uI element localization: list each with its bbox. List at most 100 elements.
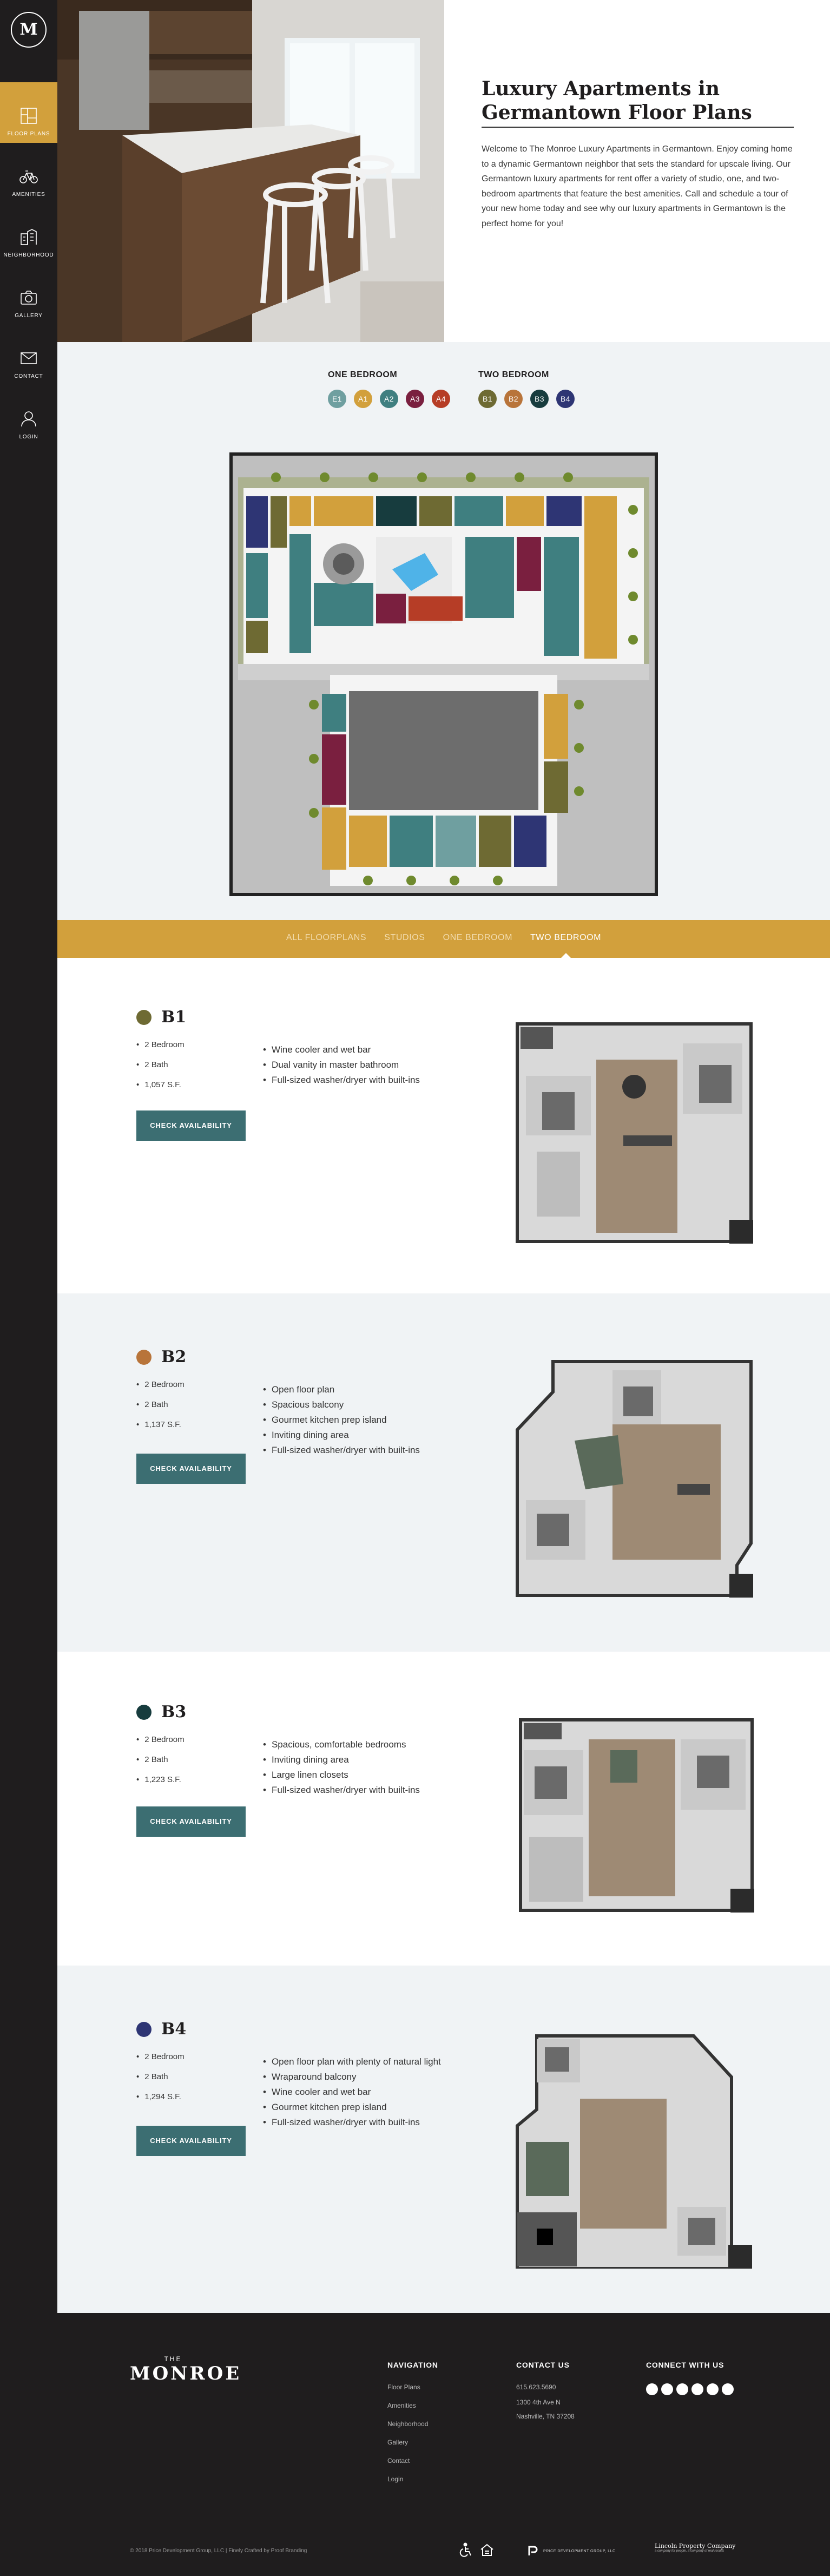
sidebar-item-label: Floor Plans (7, 131, 50, 137)
instagram-icon[interactable] (676, 2383, 688, 2395)
sidebar-item-contact[interactable]: Contact (0, 325, 57, 385)
floorplan-image-b4[interactable] (515, 2034, 752, 2270)
sidebar-item-label: Login (19, 434, 38, 440)
chip-a1[interactable]: A1 (354, 390, 372, 408)
unit-title: B4 (136, 2020, 186, 2039)
floorplan-image-b1[interactable] (515, 1022, 753, 1244)
unit-title: B3 (136, 1703, 186, 1721)
chip-b3[interactable]: B3 (530, 390, 549, 408)
unit-color-dot (136, 2021, 151, 2037)
youtube-icon[interactable] (691, 2383, 703, 2395)
unit-specs: 2 Bedroom 2 Bath 1,137 S.F. (136, 1375, 185, 1435)
zoom-icon[interactable] (729, 1574, 753, 1598)
footer-nav-title: NAVIGATION (387, 2361, 438, 2369)
footer-link-contact[interactable]: Contact (387, 2457, 438, 2465)
accessibility-icons (458, 2542, 495, 2558)
googleplus-icon[interactable] (707, 2383, 719, 2395)
feature-item: Full-sized washer/dryer with built-ins (263, 1073, 420, 1088)
footer-contact-title: CONTACT US (516, 2361, 570, 2369)
unit-features: Open floor plan with plenty of natural l… (263, 2054, 441, 2130)
chip-b2[interactable]: B2 (504, 390, 523, 408)
equal-housing-icon (480, 2544, 493, 2556)
footer-address-line1: 1300 4th Ave N (516, 2398, 561, 2406)
check-availability-button[interactable]: CHECK AVAILABILITY (136, 1806, 246, 1837)
unit-color-dot (136, 1704, 151, 1720)
spec-sqft: 1,137 S.F. (136, 1415, 185, 1435)
pinterest-icon[interactable] (722, 2383, 734, 2395)
sidebar-item-amenities[interactable]: Amenities (0, 143, 57, 203)
feature-item: Inviting dining area (263, 1752, 420, 1767)
footer-social: CONNECT WITH US (646, 2361, 734, 2395)
zoom-icon[interactable] (729, 1220, 753, 1244)
chip-a4[interactable]: A4 (432, 390, 450, 408)
footer-phone[interactable]: 615.623.5690 (516, 2383, 575, 2391)
twitter-icon[interactable] (661, 2383, 673, 2395)
price-development-logo[interactable]: PRICE DEVELOPMENT GROUP, LLC (527, 2545, 616, 2558)
unit-specs: 2 Bedroom 2 Bath 1,223 S.F. (136, 1730, 185, 1790)
intro-paragraph: Welcome to The Monroe Luxury Apartments … (482, 144, 793, 228)
facebook-icon[interactable] (646, 2383, 658, 2395)
spec-sqft: 1,294 S.F. (136, 2087, 185, 2107)
floorplan-image-b3[interactable] (518, 1718, 754, 1913)
price-development-text: PRICE DEVELOPMENT GROUP, LLC (543, 2549, 616, 2553)
feature-item: Gourmet kitchen prep island (263, 1412, 420, 1428)
unit-title: B1 (136, 1008, 186, 1027)
legend-title: TWO BEDROOM (478, 370, 549, 379)
footer-link-amenities[interactable]: Amenities (387, 2402, 438, 2409)
sidebar-item-label: Neighborhood (3, 252, 54, 258)
sidebar-item-gallery[interactable]: Gallery (0, 264, 57, 325)
unit-color-dot (136, 1349, 151, 1365)
unit-specs: 2 Bedroom 2 Bath 1,294 S.F. (136, 2047, 185, 2107)
zoom-icon[interactable] (730, 1889, 754, 1913)
feature-item: Inviting dining area (263, 1428, 420, 1443)
chip-a2[interactable]: A2 (380, 390, 398, 408)
floorplan-icon (21, 108, 37, 124)
spec-baths: 2 Bath (136, 1395, 185, 1415)
footer-logo[interactable]: THE MONROE (130, 2355, 239, 2384)
chip-b4[interactable]: B4 (556, 390, 575, 408)
filter-two-bedroom[interactable]: TWO BEDROOM (530, 920, 601, 958)
feature-item: Full-sized washer/dryer with built-ins (263, 1783, 420, 1798)
floorplan-image-b2[interactable] (515, 1359, 753, 1598)
intro-text: Luxury Apartments in Germantown Floor Pl… (482, 77, 794, 231)
filter-studios[interactable]: STUDIOS (384, 920, 425, 956)
site-plan-map[interactable] (229, 452, 658, 896)
sidebar-item-floor-plans[interactable]: Floor Plans (0, 82, 57, 143)
kitchen-photo (57, 0, 444, 342)
brand-small: THE (164, 2355, 182, 2363)
buildings-icon (21, 229, 37, 245)
unit-specs: 2 Bedroom 2 Bath 1,057 S.F. (136, 1035, 184, 1095)
feature-item: Spacious balcony (263, 1397, 420, 1412)
check-availability-button[interactable]: CHECK AVAILABILITY (136, 1110, 246, 1141)
check-availability-button[interactable]: CHECK AVAILABILITY (136, 1454, 246, 1484)
floorplan-b4: B4 2 Bedroom 2 Bath 1,294 S.F. Open floo… (57, 1966, 830, 2313)
spec-baths: 2 Bath (136, 1750, 185, 1770)
check-availability-button[interactable]: CHECK AVAILABILITY (136, 2126, 246, 2156)
footer-connect-title: CONNECT WITH US (646, 2361, 724, 2369)
lincoln-name: Lincoln Property Company (655, 2542, 736, 2549)
feature-item: Open floor plan (263, 1382, 420, 1397)
floorplan-b3: B3 2 Bedroom 2 Bath 1,223 S.F. Spacious,… (57, 1652, 830, 1966)
site-plan-section: ONE BEDROOM E1 A1 A2 A3 A4 TWO BEDROOM B… (57, 342, 830, 920)
user-icon (21, 411, 36, 427)
filter-all-floorplans[interactable]: ALL FLOORPLANS (286, 920, 366, 956)
feature-item: Wine cooler and wet bar (263, 2085, 441, 2100)
spec-bedrooms: 2 Bedroom (136, 1035, 184, 1055)
footer-link-neighborhood[interactable]: Neighborhood (387, 2420, 438, 2428)
sidebar-item-neighborhood[interactable]: Neighborhood (0, 203, 57, 264)
zoom-icon[interactable] (728, 2245, 752, 2269)
footer-link-floor-plans[interactable]: Floor Plans (387, 2383, 438, 2391)
footer-contact: CONTACT US 615.623.5690 1300 4th Ave N N… (516, 2361, 575, 2427)
unit-color-dot (136, 1009, 151, 1025)
bicycle-icon (19, 170, 38, 183)
footer-link-gallery[interactable]: Gallery (387, 2439, 438, 2446)
chip-a3[interactable]: A3 (406, 390, 424, 408)
chip-e1[interactable]: E1 (328, 390, 346, 408)
lincoln-property-logo[interactable]: Lincoln Property Company a company for p… (655, 2542, 735, 2553)
monroe-logo[interactable]: M (11, 12, 47, 48)
sidebar-item-login[interactable]: Login (0, 385, 57, 446)
spec-bedrooms: 2 Bedroom (136, 1730, 184, 1750)
chip-b1[interactable]: B1 (478, 390, 497, 408)
footer-link-login[interactable]: Login (387, 2475, 438, 2483)
filter-one-bedroom[interactable]: ONE BEDROOM (443, 920, 512, 956)
